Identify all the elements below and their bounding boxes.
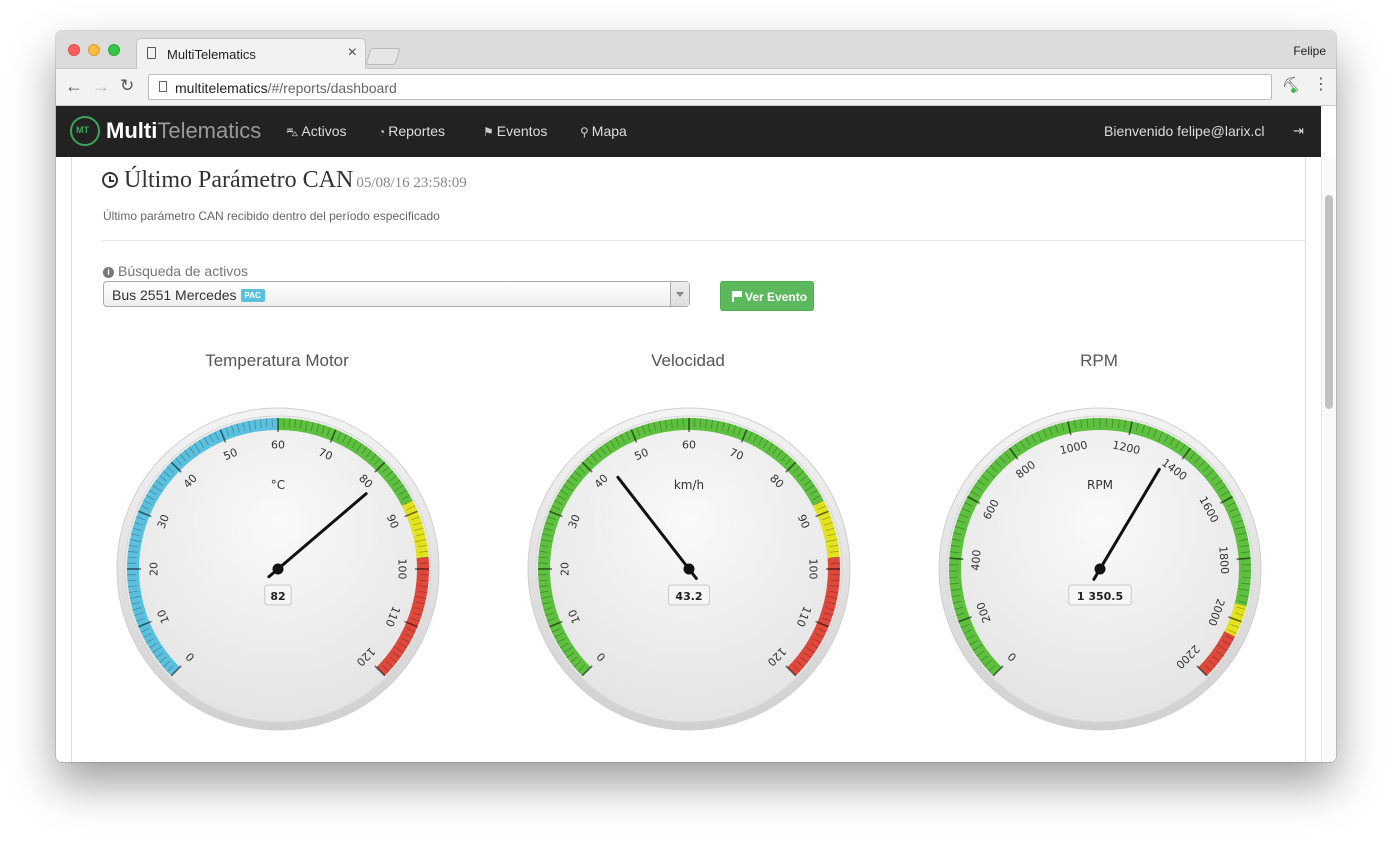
address-bar[interactable]: multitelematics/#/reports/dashboard: [148, 74, 1272, 100]
brand-light: Telematics: [157, 118, 262, 143]
document-icon: [147, 47, 156, 59]
asset-name: Bus 2551 Mercedes: [112, 287, 237, 303]
asset-select-value: Bus 2551 Mercedes PAC: [112, 287, 265, 304]
page-timestamp: 05/08/16 23:58:09: [356, 175, 467, 191]
gauge-minor-tick: [1241, 576, 1251, 579]
asset-select[interactable]: Bus 2551 Mercedes PAC: [103, 281, 690, 307]
brand[interactable]: MultiTelematics: [106, 118, 261, 144]
gauge-tick-label: 20: [559, 562, 572, 576]
gauge-tick-label: 60: [271, 439, 285, 452]
url-text[interactable]: multitelematics/#/reports/dashboard: [175, 80, 397, 96]
gauge-needle-hub: [1094, 563, 1106, 575]
flag-icon: [732, 291, 742, 302]
gauge-unit: km/h: [674, 478, 704, 492]
nav-eventos[interactable]: ⚑ Eventos: [483, 123, 547, 139]
logo-icon[interactable]: MT: [70, 116, 100, 146]
extension-status-dot: [1291, 88, 1296, 93]
page-subtitle: Último parámetro CAN recibido dentro del…: [103, 209, 440, 223]
nav-reportes[interactable]: ◔ Reportes: [378, 123, 445, 139]
gauge-tick-label: 100: [396, 559, 409, 580]
gauge-tick-label: 400: [969, 549, 983, 571]
browser-menu-button[interactable]: ⋮: [1313, 74, 1329, 94]
gauge-unit: RPM: [1087, 478, 1113, 492]
forward-button[interactable]: →: [92, 75, 110, 97]
divider: [102, 240, 1306, 241]
gauge-tick-label: 1800: [1216, 546, 1231, 575]
gauge-needle-hub: [272, 563, 284, 575]
page-title: Último Parámetro CAN 05/08/16 23:58:09: [102, 167, 467, 194]
gauge-value-text: 1 350.5: [1077, 590, 1123, 603]
url-path: /#/reports/dashboard: [267, 80, 397, 96]
gauge-title-temperature: Temperatura Motor: [205, 351, 349, 370]
reload-button[interactable]: ↻: [120, 75, 134, 97]
browser-tab[interactable]: MultiTelematics ×: [136, 38, 366, 69]
gauge-title-rpm: RPM: [1080, 351, 1118, 370]
chevron-down-icon[interactable]: [670, 282, 689, 306]
maximize-window-button[interactable]: [108, 44, 120, 56]
nav-mapa[interactable]: ⚲ Mapa: [580, 123, 627, 139]
page-viewport: MT MultiTelematics ⛍ Activos ◔ Reportes ⚑ E…: [56, 106, 1336, 762]
search-label-text: Búsqueda de activos: [118, 263, 248, 279]
page-info-icon[interactable]: [159, 81, 167, 92]
nav-eventos-label: Eventos: [496, 123, 548, 139]
logo-text: MT: [76, 125, 89, 135]
new-tab-button[interactable]: [365, 48, 401, 65]
tab-bar: MultiTelematics × Felipe: [56, 31, 1336, 69]
nav-mapa-label: Mapa: [591, 123, 627, 139]
gauge-value-text: 82: [270, 590, 285, 603]
gauge-rpm: 02004006008001000 12001400160018002000220…: [938, 407, 1262, 731]
minimize-window-button[interactable]: [88, 44, 100, 56]
gauge-needle-hub: [683, 563, 695, 575]
gauge-speed: 0102030405060708090100110120km/h43.2: [527, 407, 851, 731]
map-marker-icon: ⚲: [580, 125, 589, 139]
back-button[interactable]: ←: [65, 75, 83, 97]
scrollbar-thumb[interactable]: [1325, 195, 1333, 409]
profile-name[interactable]: Felipe: [1293, 44, 1326, 58]
nav-activos[interactable]: ⛍ Activos: [286, 123, 347, 141]
gauge-tick-label: 100: [807, 559, 820, 580]
dashboard-icon: ◔: [378, 125, 386, 139]
asset-badge: PAC: [240, 289, 265, 302]
gauge-temperature: 0102030405060708090100110120°C82: [116, 407, 440, 731]
tab-close-icon[interactable]: ×: [348, 44, 357, 62]
tab-title: MultiTelematics: [167, 47, 256, 62]
flag-icon: ⚑: [483, 125, 494, 139]
view-event-label: Ver Evento: [745, 290, 808, 304]
gauge-title-speed: Velocidad: [651, 351, 725, 370]
gauge-major-tick: [1236, 557, 1251, 561]
gauge-tick-label: 20: [148, 562, 161, 576]
gauge-minor-tick: [949, 576, 959, 579]
gauge-tick-label: 60: [682, 439, 696, 452]
page-title-text: Último Parámetro CAN: [124, 167, 354, 193]
nav-reportes-label: Reportes: [388, 123, 446, 139]
view-event-button[interactable]: Ver Evento: [720, 281, 814, 311]
car-icon: ⛍: [286, 125, 299, 139]
close-window-button[interactable]: [68, 44, 80, 56]
browser-window: MultiTelematics × Felipe ← → ↻ multitele…: [56, 31, 1336, 762]
nav-activos-label: Activos: [301, 123, 347, 139]
info-icon: i: [103, 267, 114, 278]
brand-bold: Multi: [106, 118, 158, 143]
gauge-major-tick: [949, 557, 964, 561]
clock-icon: [102, 172, 118, 188]
gauge-value-text: 43.2: [675, 590, 702, 603]
gauge-unit: °C: [271, 478, 285, 492]
browser-toolbar: ← → ↻ multitelematics/#/reports/dashboar…: [56, 69, 1336, 106]
logout-icon[interactable]: ⇥: [1293, 123, 1304, 139]
vertical-scrollbar[interactable]: [1321, 157, 1336, 762]
content-panel: Último Parámetro CAN 05/08/16 23:58:09 Úl…: [71, 157, 1306, 762]
app-navbar: MT MultiTelematics ⛍ Activos ◔ Reportes ⚑ E…: [56, 106, 1321, 157]
welcome-text[interactable]: Bienvenido felipe@larix.cl: [1104, 123, 1265, 139]
search-label: i Búsqueda de activos: [103, 263, 248, 279]
url-host: multitelematics: [175, 80, 268, 96]
